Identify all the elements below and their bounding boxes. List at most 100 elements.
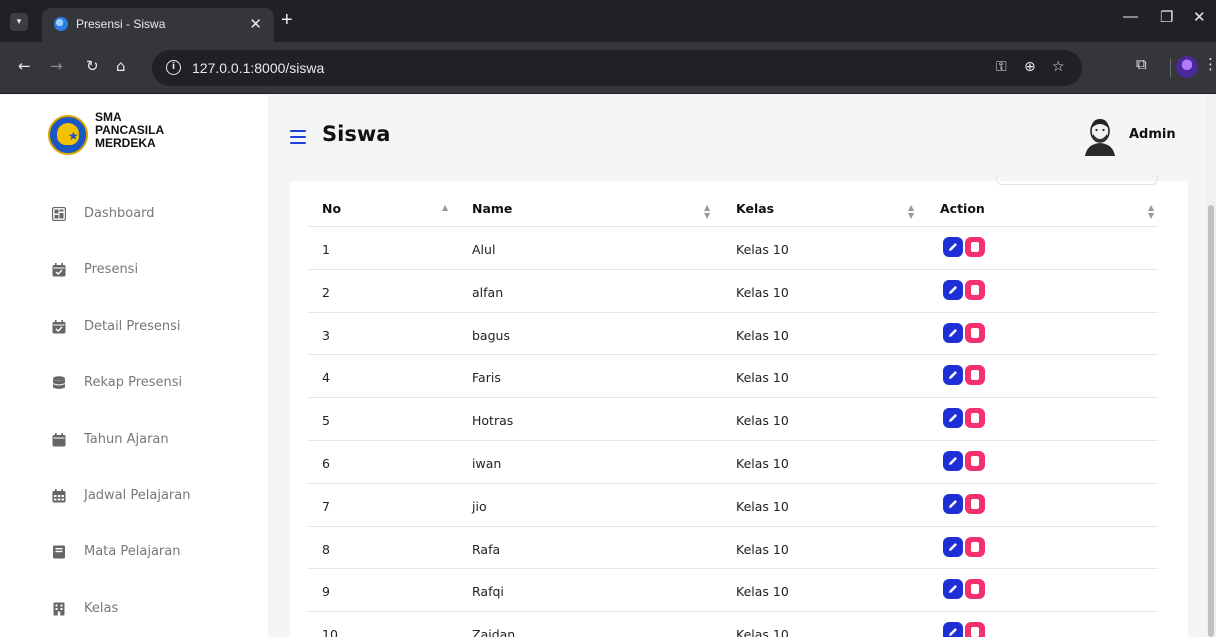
minimize-icon[interactable]: — [1123, 8, 1138, 25]
sidebar-item-mata-pelajaran[interactable]: Mata Pelajaran [0, 529, 268, 585]
sort-icon[interactable]: ▲ ▼ [908, 204, 914, 220]
edit-button[interactable] [943, 365, 963, 386]
bookmark-star-icon[interactable]: ☆ [1052, 59, 1065, 75]
column-header-name[interactable]: Name [472, 201, 512, 216]
sidebar-item-tahun-ajaran[interactable]: Tahun Ajaran [0, 417, 268, 473]
cell-name: Rafa [472, 541, 501, 557]
pencil-icon [949, 243, 957, 251]
delete-button[interactable] [965, 365, 985, 386]
column-header-no[interactable]: No [322, 201, 341, 216]
forward-icon[interactable]: → [50, 57, 63, 75]
cell-name: Alul [472, 242, 496, 257]
pencil-icon [949, 371, 957, 380]
calendar-grid-icon [52, 488, 66, 503]
edit-button[interactable] [943, 408, 963, 429]
delete-button[interactable] [965, 536, 985, 557]
delete-button[interactable] [965, 579, 985, 600]
home-icon[interactable]: ⌂ [116, 57, 126, 75]
sort-icon[interactable]: ▲ ▼ [1148, 204, 1154, 220]
cell-no: 6 [322, 455, 330, 471]
browser-menu-icon[interactable]: ⋮ [1203, 55, 1216, 73]
table-row: 6 iwan Kelas 10 [308, 441, 1158, 484]
favicon-icon [54, 17, 68, 31]
profile-avatar-icon[interactable] [1176, 56, 1198, 78]
restore-icon[interactable]: ❐ [1160, 8, 1173, 26]
sidebar: ★ SMA PANCASILA MERDEKA Dashboard Presen… [0, 95, 268, 637]
delete-button[interactable] [965, 408, 985, 429]
edit-button[interactable] [943, 536, 963, 557]
sidebar-nav: Dashboard Presensi Detail Presensi Rekap… [0, 191, 268, 637]
sort-icon[interactable]: ▲ ▼ [704, 204, 710, 220]
row-actions [943, 493, 987, 514]
column-header-action[interactable]: Action [940, 201, 985, 216]
pencil-icon [949, 456, 957, 465]
trash-icon [971, 284, 979, 295]
siswa-table: No ▲ Name ▲ ▼ Kelas ▲ ▼ Action ▲ ▼ 1 Alul Kel… [308, 194, 1158, 637]
row-actions [943, 365, 987, 386]
close-tab-icon[interactable]: ✕ [249, 15, 262, 33]
table-body: 1 Alul Kelas 10 2 alfan Kelas 10 3 bagus Kelas 1… [308, 227, 1158, 637]
close-window-icon[interactable]: ✕ [1193, 8, 1206, 26]
table-row: 7 jio Kelas 10 [308, 484, 1158, 527]
cell-no: 10 [322, 627, 338, 637]
user-name[interactable]: Admin [1129, 127, 1176, 142]
edit-button[interactable] [943, 579, 963, 600]
edit-button[interactable] [943, 322, 963, 343]
user-avatar-icon[interactable] [1083, 116, 1117, 156]
trash-icon [971, 242, 979, 252]
pencil-icon [949, 542, 957, 551]
browser-tab-strip: ▾ Presensi - Siswa ✕ + — ❐ ✕ [0, 0, 1216, 42]
delete-button[interactable] [965, 493, 985, 514]
table-row: 1 Alul Kelas 10 [308, 227, 1158, 270]
browser-tab[interactable]: Presensi - Siswa ✕ [42, 8, 274, 42]
cell-kelas: Kelas 10 [736, 284, 789, 300]
reload-icon[interactable]: ↻ [86, 57, 99, 75]
hamburger-menu-icon[interactable] [290, 130, 306, 144]
cell-no: 7 [322, 498, 330, 514]
delete-button[interactable] [965, 237, 985, 257]
address-bar[interactable]: i 127.0.0.1:8000/siswa ⚿ ⊕ ☆ [152, 50, 1082, 86]
sidebar-item-dashboard[interactable]: Dashboard [0, 191, 268, 247]
cell-name: Hotras [472, 413, 514, 429]
trash-icon [971, 584, 979, 595]
cell-no: 3 [322, 327, 330, 343]
edit-button[interactable] [943, 622, 963, 637]
new-tab-icon[interactable]: + [281, 9, 293, 32]
url-text[interactable]: 127.0.0.1:8000/siswa [192, 60, 324, 76]
sidebar-item-kelas[interactable]: Kelas [0, 586, 268, 637]
sort-asc-icon[interactable]: ▲ [442, 204, 448, 212]
delete-button[interactable] [965, 322, 985, 343]
cell-no: 9 [322, 584, 330, 600]
table-row: 2 alfan Kelas 10 [308, 270, 1158, 313]
tab-search-icon[interactable]: ▾ [10, 13, 28, 31]
edit-button[interactable] [943, 493, 963, 514]
cell-kelas: Kelas 10 [736, 413, 789, 429]
trash-icon [971, 455, 979, 466]
site-info-icon[interactable]: i [166, 60, 181, 75]
sidebar-item-label: Mata Pelajaran [84, 544, 181, 560]
delete-button[interactable] [965, 622, 985, 637]
edit-button[interactable] [943, 237, 963, 257]
edit-button[interactable] [943, 450, 963, 471]
page-scrollbar[interactable] [1206, 95, 1216, 637]
delete-button[interactable] [965, 450, 985, 471]
row-actions [943, 279, 987, 300]
edit-button[interactable] [943, 279, 963, 300]
delete-button[interactable] [965, 279, 985, 300]
cell-kelas: Kelas 10 [736, 584, 789, 600]
password-key-icon[interactable]: ⚿ [996, 59, 1007, 75]
extensions-icon[interactable]: ⧉ [1136, 55, 1147, 73]
zoom-icon[interactable]: ⊕ [1024, 59, 1036, 75]
pencil-icon [949, 328, 957, 337]
sidebar-item-detail-presensi[interactable]: Detail Presensi [0, 304, 268, 360]
sidebar-item-jadwal-pelajaran[interactable]: Jadwal Pelajaran [0, 473, 268, 529]
sidebar-item-presensi[interactable]: Presensi [0, 247, 268, 303]
column-header-kelas[interactable]: Kelas [736, 201, 774, 216]
scrollbar-thumb[interactable] [1208, 205, 1214, 637]
sidebar-item-label: Detail Presensi [84, 318, 181, 334]
search-input[interactable] [996, 175, 1158, 185]
sidebar-item-label: Kelas [84, 600, 119, 616]
sidebar-item-rekap-presensi[interactable]: Rekap Presensi [0, 360, 268, 416]
back-icon[interactable]: ← [18, 57, 31, 75]
cell-no: 2 [322, 284, 330, 300]
